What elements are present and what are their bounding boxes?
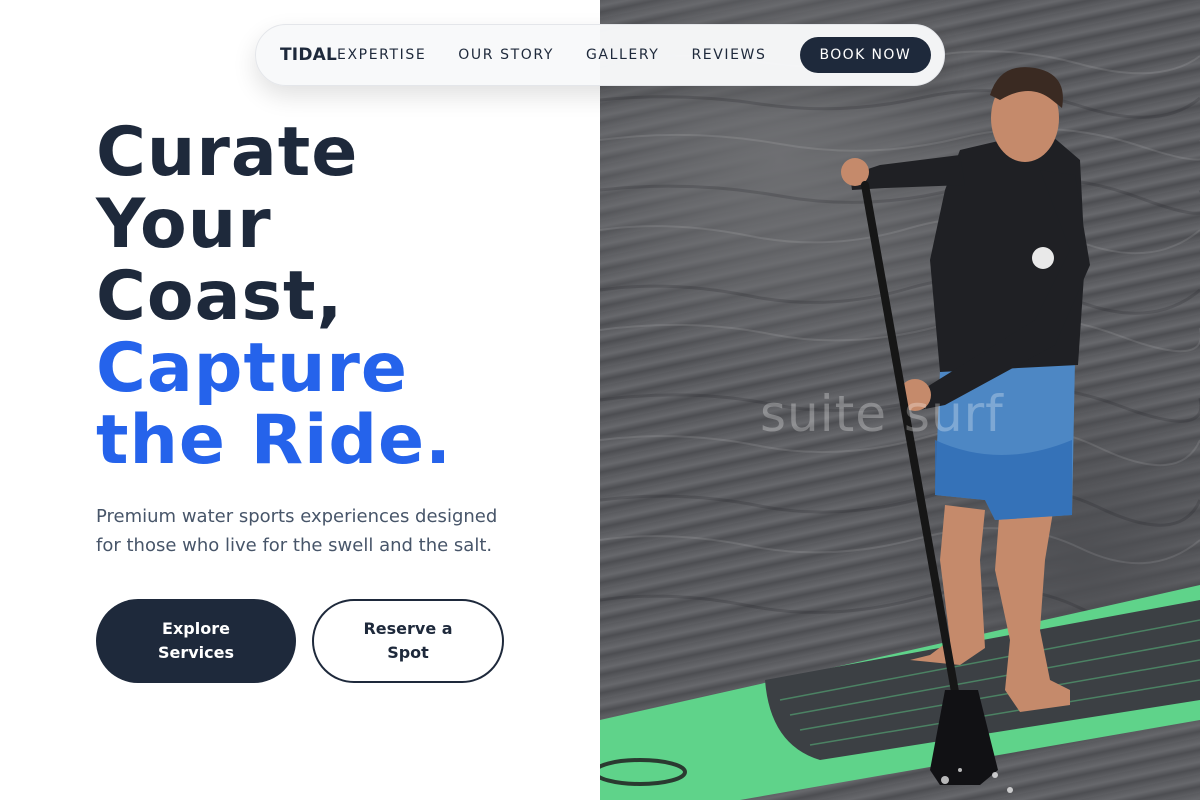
reserve-spot-button[interactable]: Reserve a Spot [312, 599, 504, 683]
hero-subtitle: Premium water sports experiences designe… [96, 506, 498, 556]
nav-link-our-story[interactable]: OUR STORY [458, 47, 554, 63]
hero-photo: suite surf [600, 0, 1200, 800]
landing-page: suite surf TIDAL EXPERTISE OUR STORY GAL… [0, 0, 1200, 800]
book-now-button[interactable]: BOOK NOW [799, 37, 932, 73]
photo-watermark: suite surf [760, 385, 1004, 443]
nav-link-reviews[interactable]: REVIEWS [691, 47, 766, 63]
hero-headline: Curate Your Coast, Capture the Ride. [96, 117, 452, 477]
headline-accent-line-1: Capture [96, 329, 409, 408]
nav-link-gallery[interactable]: GALLERY [586, 47, 659, 63]
nav-link-expertise[interactable]: EXPERTISE [337, 47, 426, 63]
headline-line-3: Coast, [96, 257, 344, 336]
headline-line-1: Curate [96, 113, 359, 192]
headline-accent-line-2: the Ride. [96, 401, 453, 480]
headline-line-2: Your [96, 185, 272, 264]
top-nav: TIDAL EXPERTISE OUR STORY GALLERY REVIEW… [255, 24, 945, 86]
brand-logo[interactable]: TIDAL [280, 45, 337, 65]
nav-links: EXPERTISE OUR STORY GALLERY REVIEWS [337, 47, 766, 63]
brand-name: TIDAL [280, 45, 338, 65]
explore-services-button[interactable]: Explore Services [96, 599, 296, 683]
